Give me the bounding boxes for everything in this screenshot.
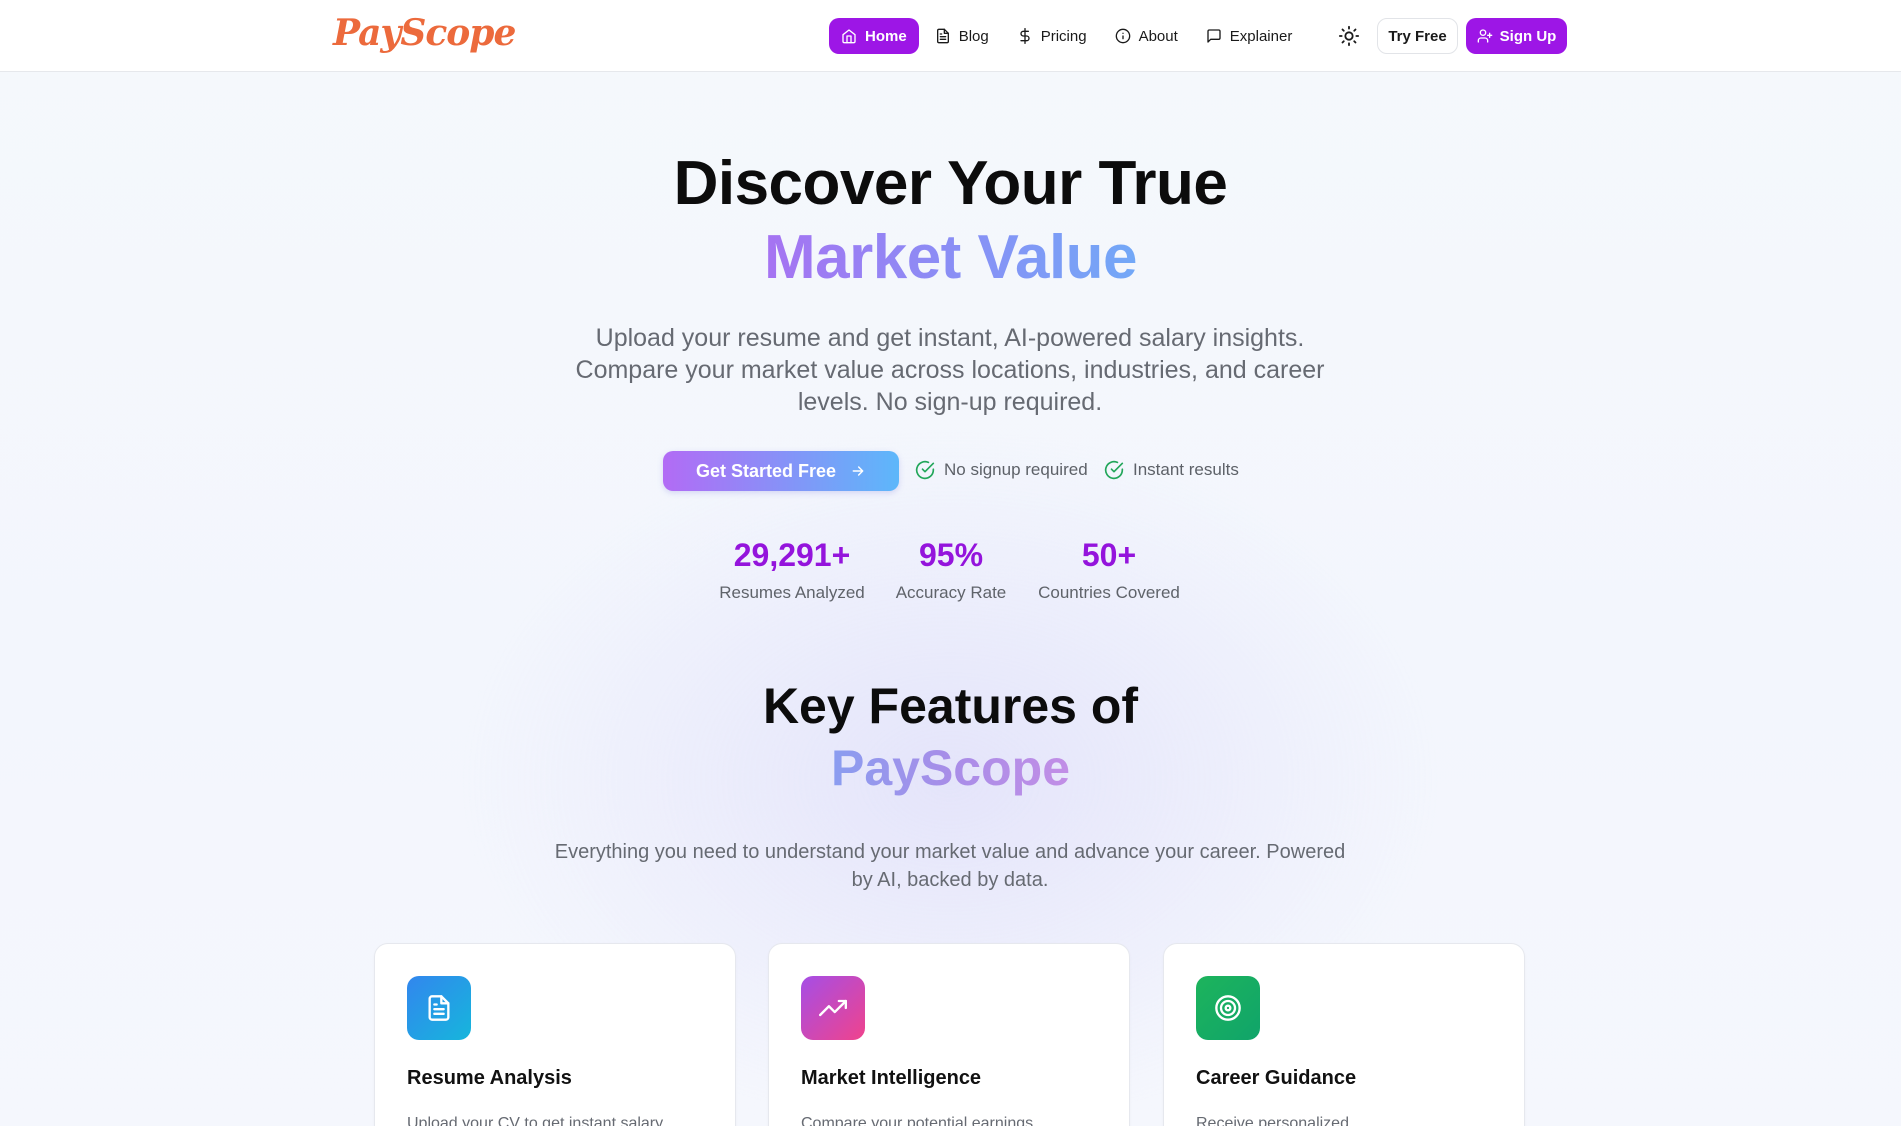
feature-icon-badge [801,976,865,1040]
stat-countries: 50+ Countries Covered [1035,537,1183,603]
arrow-right-icon [852,466,864,476]
stat-value: 95% [918,537,984,573]
check-label: Instant results [1133,460,1239,479]
stat-label: Resumes Analyzed [719,583,865,602]
nav-item-home[interactable]: Home [829,18,919,54]
stat-label: Accuracy Rate [895,583,1007,602]
nav-item-label: About [1138,27,1178,45]
top-navbar: PayScope Home Blog Pricing About Explain… [0,0,1901,72]
check-label: No signup required [944,460,1088,479]
stat-value: 29,291+ [733,537,851,573]
user-plus-icon [1477,29,1492,43]
target-icon [1215,995,1241,1021]
feature-card-description: Receive personalized [1196,1115,1349,1126]
document-icon [936,28,949,44]
hero-title-gradient-text: Market Value [763,223,1138,292]
nav-item-label: Pricing [1040,27,1087,45]
feature-icon-badge [407,976,471,1040]
stat-value: 50+ [1081,537,1137,573]
features-subtitle: Everything you need to understand your m… [554,841,1346,891]
file-text-icon [428,995,450,1021]
nav-item-label: Explainer [1229,27,1293,45]
get-started-button[interactable]: Get Started Free [663,451,899,491]
instant-results-check: Instant results [1104,460,1239,480]
sun-icon [1338,25,1360,47]
hero-subtitle: Upload your resume and get instant, AI-p… [575,324,1325,416]
theme-toggle-button[interactable] [1338,25,1360,47]
nav-item-blog[interactable]: Blog [923,18,1001,54]
nav-item-label: Blog [958,27,989,45]
nav-item-explainer[interactable]: Explainer [1194,18,1305,54]
hero-title: Discover Your True [673,149,1228,218]
stat-label: Countries Covered [1038,583,1180,602]
sign-up-label: Sign Up [1499,27,1557,45]
dollar-icon [1020,28,1030,44]
stat-accuracy: 95% Accuracy Rate [893,537,1009,603]
nav-item-pricing[interactable]: Pricing [1005,18,1099,54]
check-circle-icon [915,460,935,480]
get-started-label: Get Started Free [695,460,837,481]
nav-item-about[interactable]: About [1103,18,1190,54]
chat-bubble-icon [1207,29,1221,43]
nav-item-label: Home [865,27,907,45]
feature-card-career-guidance[interactable]: Career Guidance Receive personalized [1163,943,1525,1126]
try-free-button[interactable]: Try Free [1377,18,1458,54]
feature-icon-badge [1196,976,1260,1040]
feature-card-description: Compare your potential earnings [801,1115,1034,1126]
no-signup-check: No signup required [915,460,1088,480]
feature-card-title: Resume Analysis [407,1067,572,1089]
features-title: Key Features of [762,678,1139,734]
features-title-highlight: PayScope [0,739,1901,797]
check-circle-icon [1104,460,1124,480]
features-title-gradient-text: PayScope [830,740,1070,796]
sign-up-button[interactable]: Sign Up [1466,18,1567,54]
feature-card-description: Upload your CV to get instant salary [407,1115,664,1126]
home-icon [842,29,856,44]
hero-title-highlight: Market Value [0,222,1901,293]
payscope-logo[interactable]: PayScope [333,12,516,54]
info-icon [1115,28,1130,44]
feature-card-resume-analysis[interactable]: Resume Analysis Upload your CV to get in… [374,943,736,1126]
feature-card-title: Career Guidance [1196,1067,1357,1089]
nav-links: Home Blog Pricing About Explainer [829,18,1308,54]
trending-up-icon [819,999,847,1017]
feature-card-market-intelligence[interactable]: Market Intelligence Compare your potenti… [768,943,1130,1126]
feature-card-title: Market Intelligence [801,1067,982,1089]
stat-resumes: 29,291+ Resumes Analyzed [718,537,866,603]
